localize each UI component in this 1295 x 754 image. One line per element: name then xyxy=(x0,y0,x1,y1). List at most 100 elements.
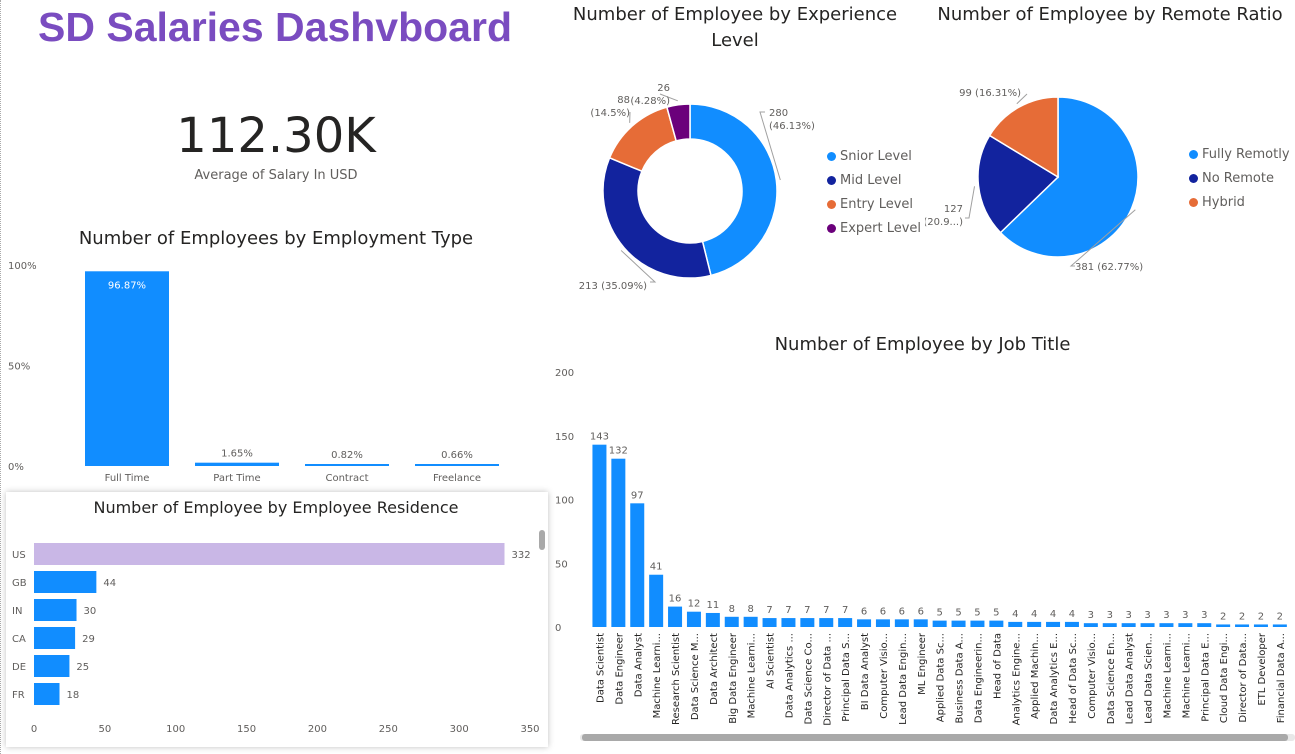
dashboard-title: SD Salaries Dashvboard xyxy=(38,4,512,50)
y-tick-label: 0 xyxy=(555,623,561,634)
job-title-bar xyxy=(668,606,683,627)
category-label: ETL Developer xyxy=(1257,632,1268,705)
data-label: 2 xyxy=(1220,611,1226,622)
x-tick-label: 350 xyxy=(520,724,539,735)
job-title-bar xyxy=(649,574,664,627)
legend-dot-icon xyxy=(827,223,836,233)
job-title-bar xyxy=(857,619,872,627)
category-label: Data Science En... xyxy=(1106,633,1117,724)
legend-item[interactable]: Mid Level xyxy=(827,168,921,192)
data-label: 5 xyxy=(993,608,999,619)
x-tick-label: 50 xyxy=(98,724,111,735)
data-label: 127 xyxy=(944,204,963,215)
v-scrollbar-thumb[interactable] xyxy=(539,530,545,550)
legend-item[interactable]: Entry Level xyxy=(827,192,921,216)
category-label: Principal Data E... xyxy=(1200,633,1211,722)
data-label: 25 xyxy=(76,662,89,673)
job-title-bar xyxy=(932,620,947,627)
job-title-bar xyxy=(819,618,834,627)
job-title-bar xyxy=(743,616,758,627)
data-label: 26 xyxy=(657,83,670,94)
job-title-bar xyxy=(875,619,890,627)
data-label: 11 xyxy=(706,600,719,611)
employment-bar xyxy=(305,464,389,466)
employee-residence-chart[interactable]: US 332 GB 44 IN 30 CA 29 DE 25 FR 18 0 50 100 150 200 250… xyxy=(6,520,548,745)
data-label: (46.13%) xyxy=(769,121,815,132)
job-title-bar xyxy=(1253,624,1268,627)
legend-item[interactable]: Snior Level xyxy=(827,144,921,168)
job-title-bar xyxy=(592,444,607,627)
y-tick-label: 50% xyxy=(8,362,30,373)
legend-dot-icon xyxy=(827,151,836,161)
h-scrollbar-thumb xyxy=(582,734,1288,741)
data-label: 7 xyxy=(804,605,810,616)
category-label: Head of Data xyxy=(992,633,1003,699)
category-label: Data Analytics ... xyxy=(784,633,795,718)
x-tick-label: 0 xyxy=(31,724,37,735)
category-label: Lead Data Scien... xyxy=(1144,633,1155,724)
data-label: 280 xyxy=(769,108,788,119)
legend-item[interactable]: No Remote xyxy=(1189,166,1290,190)
data-label: 381 (62.77%) xyxy=(1075,262,1143,273)
job-title-bar xyxy=(1272,624,1287,627)
job-title-chart-title: Number of Employee by Job Title xyxy=(774,334,1071,355)
data-label: 3 xyxy=(1144,610,1150,621)
category-label: Principal Data S... xyxy=(841,633,852,722)
category-label: BI Data Analyst xyxy=(860,633,871,710)
legend-label: Snior Level xyxy=(840,148,912,164)
legend-item[interactable]: Fully Remotly xyxy=(1189,142,1290,166)
residence-bar xyxy=(34,627,76,649)
data-label: 5 xyxy=(936,608,942,619)
data-label: 3 xyxy=(1182,610,1188,621)
job-title-bar xyxy=(1083,623,1098,627)
data-label: 12 xyxy=(688,599,701,610)
employment-type-chart[interactable]: 0% 50% 100% 96.87% Full Time 1.65% Part Time 0.… xyxy=(0,255,552,490)
data-label: 3 xyxy=(1088,610,1094,621)
category-label: Lead Data Engin... xyxy=(898,633,909,725)
leader-line xyxy=(965,186,976,219)
category-label: DE xyxy=(12,662,26,673)
data-label: 213 (35.09%) xyxy=(579,281,647,292)
category-label: Analytics Engine... xyxy=(1011,633,1022,725)
job-title-bar xyxy=(1216,624,1231,627)
x-tick-label: 150 xyxy=(237,724,256,735)
y-tick-label: 0% xyxy=(8,462,24,473)
category-label: Computer Visio... xyxy=(1087,633,1098,719)
data-label: 96.87% xyxy=(108,280,146,291)
data-label: 6 xyxy=(918,606,924,617)
data-label: 16 xyxy=(669,594,682,605)
category-label: Full Time xyxy=(105,473,150,484)
legend-label: Mid Level xyxy=(840,172,902,188)
category-label: Business Data A... xyxy=(955,633,966,724)
category-label: Freelance xyxy=(433,473,481,484)
category-label: Head of Data Sc... xyxy=(1068,633,1079,724)
remote-ratio-title: Number of Employee by Remote Ratio xyxy=(937,4,1283,25)
y-tick-label: 200 xyxy=(555,368,574,379)
data-label: 3 xyxy=(1163,610,1169,621)
job-title-bar xyxy=(1046,621,1061,627)
job-title-bar xyxy=(611,458,626,627)
job-title-bar xyxy=(838,618,853,627)
legend-item[interactable]: Expert Level xyxy=(827,216,921,240)
category-label: Contract xyxy=(325,473,368,484)
job-title-bar xyxy=(970,620,985,627)
data-label: 4 xyxy=(1050,609,1056,620)
data-label: 2 xyxy=(1277,611,1283,622)
job-title-chart[interactable]: 0 50 100 150 200 143 Data Scientist 132 Data Eng… xyxy=(550,358,1295,754)
data-label: 7 xyxy=(823,605,829,616)
data-label: 4 xyxy=(1031,609,1037,620)
job-title-bar xyxy=(630,503,645,627)
category-label: Research Scientist xyxy=(671,633,682,725)
data-label: 18 xyxy=(67,690,80,701)
job-title-bar xyxy=(1178,623,1193,627)
data-label: 8 xyxy=(747,604,753,615)
category-label: Machine Learni... xyxy=(1162,633,1173,718)
kpi-average-salary-label: Average of Salary In USD xyxy=(194,168,358,183)
data-label: 7 xyxy=(842,605,848,616)
data-label: 332 xyxy=(511,550,530,561)
residence-bar xyxy=(34,543,505,565)
category-label: Data Analyst xyxy=(633,633,644,697)
residence-bar xyxy=(34,683,60,705)
legend-item[interactable]: Hybrid xyxy=(1189,190,1290,214)
category-label: US xyxy=(12,550,26,561)
